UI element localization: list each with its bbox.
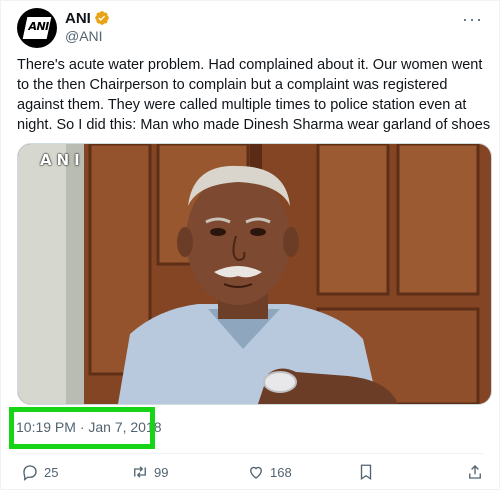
media-watermark: ANI (40, 151, 85, 169)
heart-icon (250, 466, 262, 479)
timestamp-highlight-box (9, 407, 155, 449)
share-button[interactable] (466, 463, 484, 481)
tweet-text: There's acute water problem. Had complai… (17, 57, 491, 133)
retweet-count: 99 (154, 464, 169, 480)
reply-count: 25 (44, 464, 59, 480)
reply-button[interactable]: 25 (21, 463, 58, 481)
reply-icon (23, 465, 37, 481)
retweet-icon (134, 466, 146, 478)
like-button[interactable]: 168 (247, 463, 292, 481)
author-name-row: ANI (65, 9, 110, 27)
divider (17, 453, 483, 454)
more-options-icon[interactable]: ··· (462, 9, 483, 30)
author-name[interactable]: ANI (65, 10, 91, 27)
bookmark-icon (360, 464, 372, 481)
author-avatar[interactable]: ANI (17, 8, 57, 48)
tweet-media-video-still[interactable]: ANI (17, 143, 492, 405)
like-count: 168 (270, 464, 292, 480)
author-handle[interactable]: @ANI (65, 28, 103, 44)
video-frame-image (18, 144, 491, 404)
share-icon (469, 465, 481, 479)
bookmark-button[interactable] (357, 463, 375, 481)
retweet-button[interactable]: 99 (131, 463, 168, 481)
ani-logo: ANI (22, 17, 52, 39)
tweet-card: ANI ANI @ANI ··· There's acute water pro… (0, 0, 500, 490)
verified-badge-icon (95, 11, 109, 25)
tweet-actions: 25 99 168 (1, 463, 500, 485)
